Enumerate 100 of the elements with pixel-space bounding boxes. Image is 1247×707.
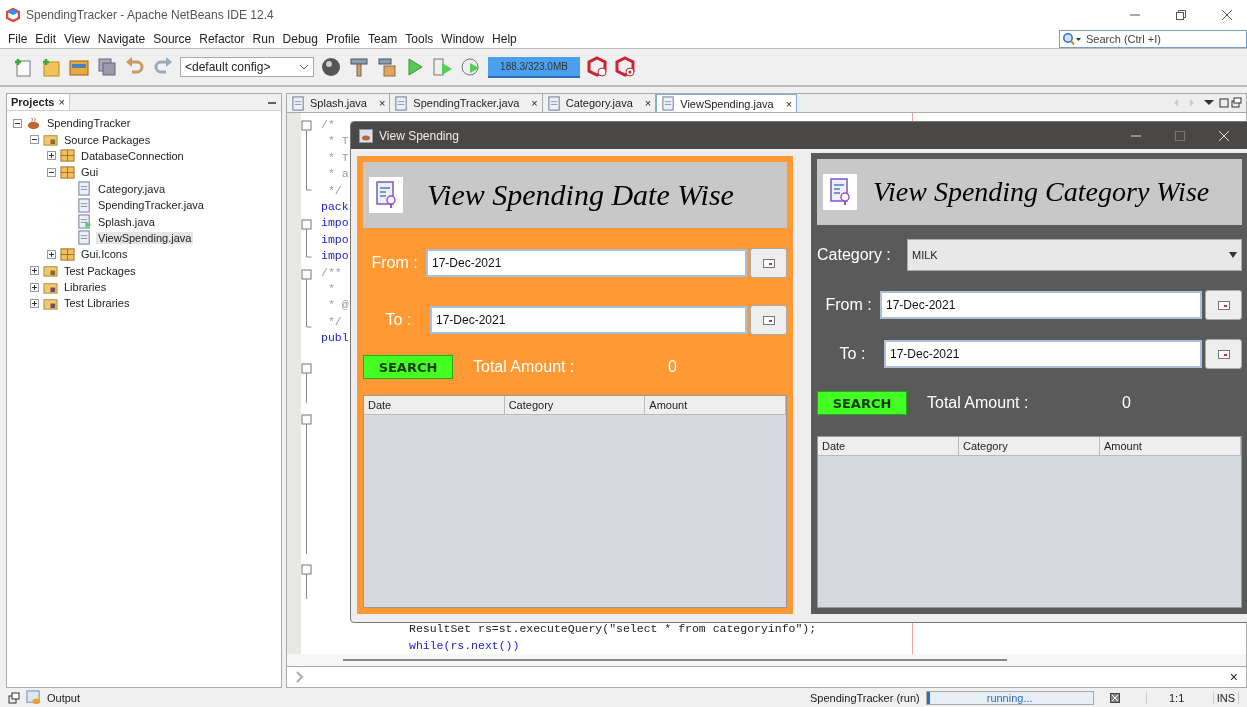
code-line: * a (326, 166, 349, 183)
menu-item[interactable]: Help (488, 32, 521, 46)
new-project-icon[interactable] (40, 56, 62, 78)
dialog-title: View Spending (379, 128, 459, 143)
total-label: Total Amount : (927, 394, 1030, 412)
total-value: 0 (668, 358, 677, 376)
collapse-icon[interactable] (30, 135, 39, 145)
calendar-button[interactable] (750, 248, 787, 278)
output-tab[interactable]: Output (47, 691, 81, 704)
java-file-icon (291, 95, 306, 111)
tree-item[interactable]: Category.java (96, 182, 168, 195)
field-label: To : (384, 311, 413, 329)
column-header[interactable]: Amount (645, 396, 786, 414)
tab-navigation-icon[interactable] (1172, 97, 1242, 109)
search-field[interactable]: Search (Ctrl +I) (1059, 30, 1247, 48)
close-button[interactable]: × (1229, 669, 1238, 685)
new-file-icon[interactable] (12, 56, 34, 78)
expand-icon[interactable] (30, 299, 39, 308)
package-icon (60, 148, 75, 164)
output-window-icon (26, 690, 41, 705)
profile-icon[interactable] (460, 56, 482, 78)
menu-item[interactable]: Source (149, 32, 196, 46)
menu-item[interactable]: Tools (401, 32, 438, 46)
caret-position: 1:1 (1145, 691, 1207, 704)
column-header[interactable]: Date (364, 396, 505, 414)
code-line: */ (326, 313, 342, 330)
tree-item[interactable]: ViewSpending.java (96, 231, 194, 244)
close-icon[interactable] (1221, 9, 1233, 21)
memory-indicator[interactable]: 188.3/323.0MB (488, 56, 580, 78)
menu-item[interactable]: View (60, 32, 94, 46)
report-icon (823, 174, 857, 210)
code-line: impo (321, 231, 349, 248)
tree-item[interactable]: Gui.Icons (79, 248, 130, 261)
java-file-icon (77, 181, 92, 197)
calendar-button[interactable] (1205, 290, 1242, 320)
editor-tab[interactable]: ViewSpending.java × (656, 94, 798, 112)
report-icon (369, 177, 403, 213)
calendar-icon (762, 315, 775, 325)
menu-item[interactable]: Navigate (93, 32, 150, 46)
tree-item[interactable]: Test Packages (62, 264, 138, 277)
hammer-icon[interactable] (348, 56, 370, 78)
menu-item[interactable]: Window (437, 32, 489, 46)
category-dropdown[interactable]: MILK (907, 239, 1242, 271)
tree-item[interactable]: SpendingTracker.java (96, 199, 206, 212)
tree-item[interactable]: Source Packages (62, 133, 153, 146)
column-header[interactable]: Category (504, 396, 646, 414)
snapshot-icon[interactable] (614, 56, 636, 78)
maximize-icon (1174, 129, 1186, 142)
projects-tab[interactable]: Projects × (7, 94, 70, 110)
menu-item[interactable]: File (4, 32, 32, 46)
field-label: Category : (817, 246, 892, 264)
restore-icon[interactable] (1175, 9, 1187, 21)
date-field[interactable]: 17-Dec-2021 (430, 306, 747, 334)
java-cup-icon (359, 128, 373, 143)
field-label: To : (838, 345, 867, 363)
search-button[interactable]: SEARCH (363, 355, 453, 379)
java-file-icon (77, 230, 92, 246)
collapse-icon[interactable] (13, 118, 22, 128)
expand-icon[interactable] (47, 151, 56, 161)
menu-item[interactable]: Run (248, 32, 279, 46)
gc-icon[interactable] (586, 56, 608, 78)
expand-icon[interactable] (47, 249, 56, 259)
expand-icon[interactable] (30, 282, 39, 292)
menu-item[interactable]: Refactor (195, 32, 249, 46)
date-field[interactable]: 17-Dec-2021 (884, 340, 1202, 368)
collapse-icon[interactable] (47, 167, 56, 177)
menu-item[interactable]: Debug (278, 32, 322, 46)
column-header[interactable]: Amount (1100, 437, 1241, 455)
tree-item[interactable]: Gui (79, 166, 101, 179)
java-file-icon (661, 96, 677, 111)
restore-window-icon[interactable] (8, 691, 20, 704)
column-header[interactable]: Date (818, 437, 959, 455)
folder-icon (43, 263, 58, 279)
expand-icon[interactable] (30, 266, 39, 276)
code-line: /* (321, 117, 335, 133)
panel-heading: View Spending Category Wise (873, 176, 1210, 208)
column-header[interactable]: Category (959, 437, 1100, 455)
tree-item[interactable]: SpendingTracker (45, 117, 133, 130)
calendar-button[interactable] (750, 305, 787, 335)
calendar-button[interactable] (1205, 339, 1242, 369)
config-dropdown[interactable]: <default config> (180, 57, 314, 77)
clean-build-icon[interactable] (376, 56, 398, 78)
menu-item[interactable]: Profile (322, 32, 364, 46)
calendar-icon (1217, 300, 1230, 310)
menu-item[interactable]: Team (364, 32, 402, 46)
tree-item[interactable]: Splash.java (96, 215, 157, 228)
tree-item[interactable]: Libraries (62, 281, 109, 294)
date-field[interactable]: 17-Dec-2021 (426, 249, 747, 277)
app-logo-icon (6, 8, 20, 22)
code-line: impo (321, 248, 349, 265)
date-field[interactable]: 17-Dec-2021 (880, 291, 1202, 319)
panel-heading: View Spending Date Wise (427, 178, 734, 212)
field-label: From : (824, 296, 873, 314)
tree-item[interactable]: DatabaseConnection (79, 149, 186, 162)
stop-icon[interactable] (1109, 692, 1120, 703)
search-button[interactable]: SEARCH (817, 391, 907, 415)
chevron-down-icon (299, 64, 309, 70)
tree-item[interactable]: Test Libraries (62, 297, 132, 310)
menu-item[interactable]: Edit (31, 32, 61, 46)
coffee-cup-icon (26, 115, 41, 131)
